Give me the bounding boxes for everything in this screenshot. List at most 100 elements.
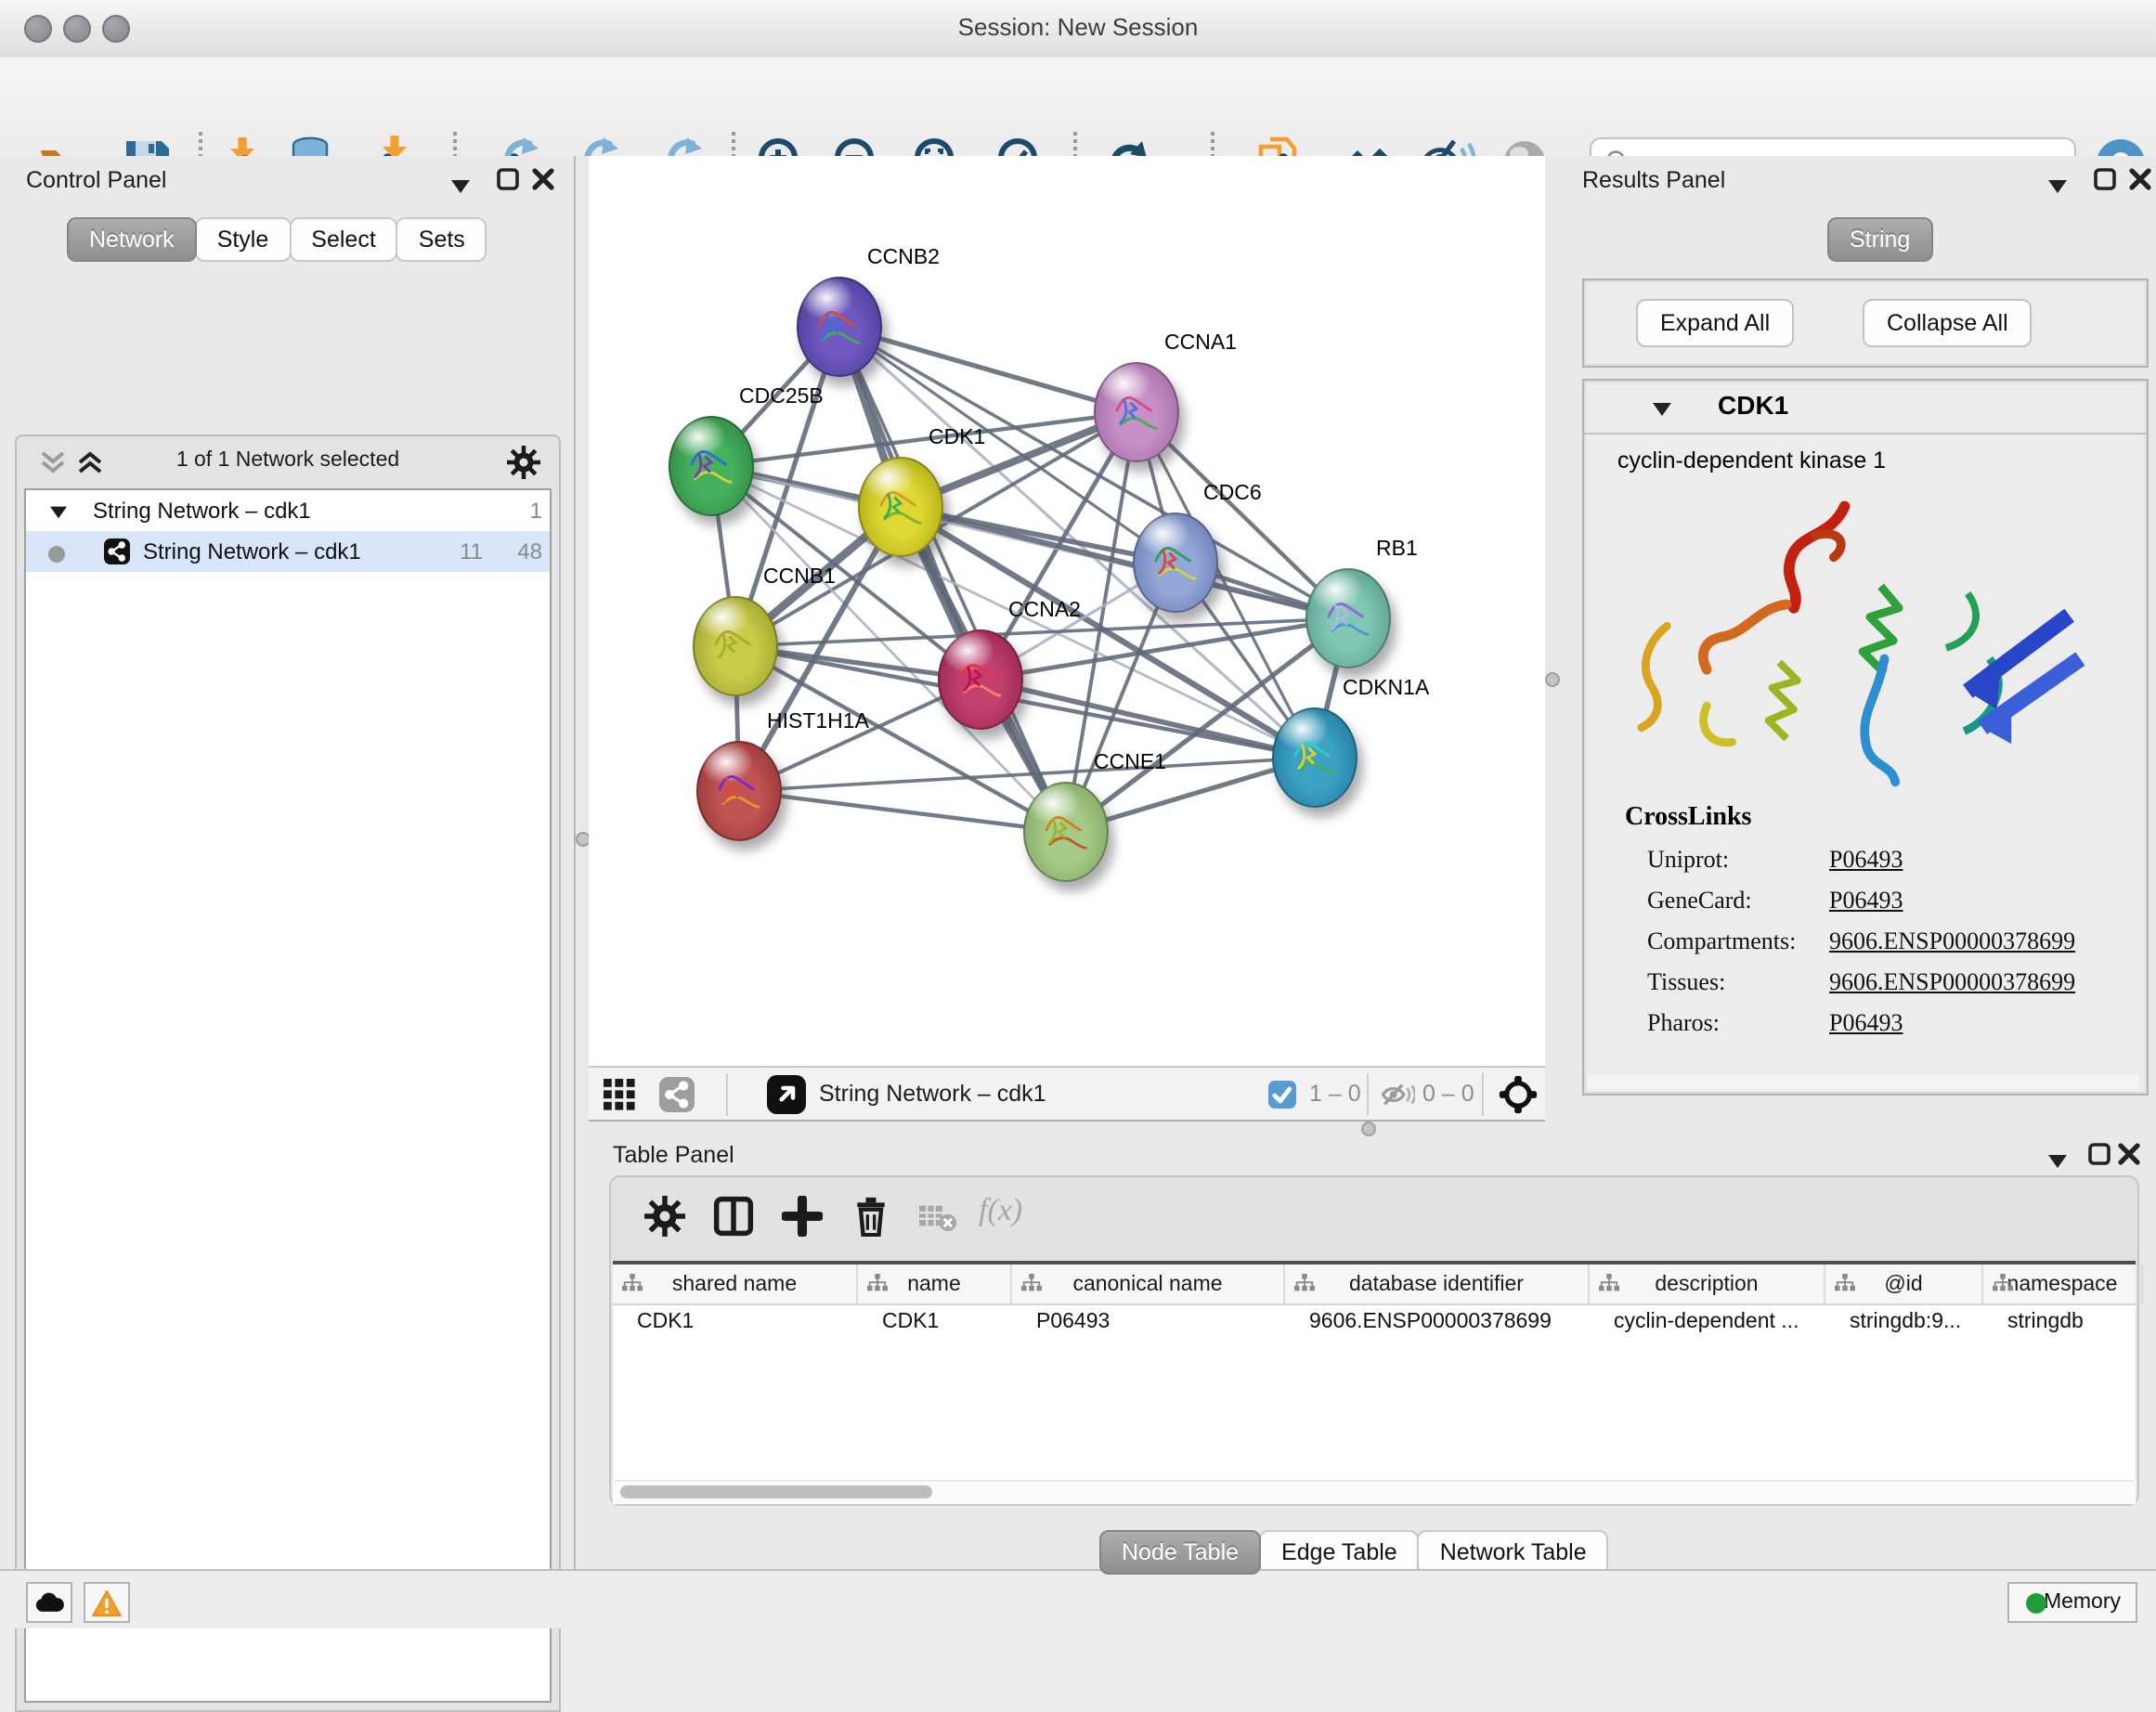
tab-select[interactable]: Select — [289, 217, 398, 262]
node-CCNA2[interactable] — [938, 629, 1023, 730]
network-badge-icon — [104, 538, 130, 564]
edge-CCNB2-CCNA1[interactable] — [839, 327, 1136, 412]
tab-style[interactable]: Style — [195, 217, 292, 262]
node-CDK1[interactable] — [858, 457, 943, 557]
gene-section-header[interactable]: CDK1 — [1584, 381, 2147, 434]
column-header-description[interactable]: description — [1590, 1265, 1825, 1303]
selected-checkbox-icon[interactable] — [1268, 1081, 1296, 1118]
node-CCNE1[interactable] — [1023, 782, 1109, 882]
float-panel-icon[interactable] — [2087, 1142, 2117, 1172]
splitter-handle[interactable] — [1545, 672, 1560, 687]
crosslink-value-link[interactable]: P06493 — [1829, 1008, 1903, 1038]
window-title: Session: New Session — [0, 13, 2156, 41]
crosslink-value-link[interactable]: P06493 — [1829, 886, 1903, 915]
vertical-splitter-right[interactable] — [1545, 156, 1560, 1122]
edge-CCNB2-CCNE1[interactable] — [839, 327, 1066, 832]
birds-eye-view-icon[interactable] — [767, 1075, 806, 1123]
tab-network-table[interactable]: Network Table — [1418, 1530, 1609, 1575]
table-cell[interactable]: stringdb — [1983, 1305, 2143, 1341]
tab-string[interactable]: String — [1827, 217, 1932, 262]
node-CDC25B[interactable] — [669, 416, 754, 516]
table-cell[interactable]: 9606.ENSP00000378699 — [1285, 1305, 1590, 1341]
crosslink-value-link[interactable]: 9606.ENSP00000378699 — [1829, 967, 2075, 997]
gene-name: CDK1 — [1718, 390, 1788, 420]
tab-network[interactable]: Network — [67, 217, 197, 262]
add-column-icon[interactable] — [782, 1196, 826, 1240]
warning-status-button[interactable] — [84, 1582, 130, 1623]
grid-view-icon[interactable] — [604, 1079, 635, 1120]
crosslink-value-link[interactable]: P06493 — [1829, 845, 1903, 875]
table-cell[interactable]: CDK1 — [858, 1305, 1012, 1341]
network-options-gear-icon[interactable] — [507, 446, 540, 488]
column-header-name[interactable]: name — [858, 1265, 1012, 1303]
table-row[interactable]: CDK1CDK1P064939606.ENSP00000378699cyclin… — [613, 1305, 2136, 1341]
table-hscrollbar-thumb[interactable] — [620, 1485, 932, 1498]
show-columns-icon[interactable] — [713, 1196, 758, 1240]
network-collection-row[interactable]: String Network – cdk1 1 — [26, 490, 550, 531]
network-list-toolbar: 1 of 1 Network selected — [17, 436, 559, 488]
network-view-toolbar: String Network – cdk1 1 – 0 0 – 0 — [589, 1066, 1545, 1122]
network-row[interactable]: String Network – cdk1 11 48 — [26, 531, 550, 572]
node-CDC6[interactable] — [1133, 512, 1218, 613]
splitter-handle[interactable] — [1361, 1122, 1376, 1136]
expand-collapse-box: Expand All Collapse All — [1582, 279, 2149, 368]
structure-thumbnail — [695, 598, 776, 694]
node-CCNB1[interactable] — [693, 596, 778, 696]
collapse-tree-icon[interactable] — [48, 503, 69, 520]
main-toolbar: ? — [0, 58, 2156, 158]
crosslink-label: Uniprot: — [1647, 845, 1729, 875]
float-panel-icon[interactable] — [496, 167, 526, 197]
results-panel-title: Results Panel — [1582, 167, 1725, 193]
node-CDKN1A[interactable] — [1272, 707, 1357, 808]
selected-node-edge-counts: 1 – 0 — [1309, 1081, 1361, 1107]
delete-column-icon[interactable] — [851, 1196, 895, 1240]
panel-menu-icon[interactable] — [449, 171, 479, 201]
panel-menu-icon[interactable] — [2046, 1146, 2076, 1175]
column-header-canonical-name[interactable]: canonical name — [1012, 1265, 1285, 1303]
table-cell[interactable]: P06493 — [1012, 1305, 1285, 1341]
edge-HIST1H1A-CCNE1[interactable] — [739, 791, 1066, 832]
node-label-CCNB1: CCNB1 — [763, 566, 836, 589]
node-CCNA1[interactable] — [1094, 362, 1179, 462]
fit-selected-crosshair-icon[interactable] — [1499, 1075, 1538, 1123]
close-panel-icon[interactable] — [2117, 1142, 2147, 1172]
collapse-all-button[interactable]: Collapse All — [1863, 299, 2033, 347]
close-panel-icon[interactable] — [2128, 167, 2156, 197]
column-type-icon — [1599, 1274, 1619, 1294]
float-panel-icon[interactable] — [2093, 167, 2123, 197]
table-gear-icon[interactable] — [644, 1196, 689, 1240]
tab-edge-table[interactable]: Edge Table — [1259, 1530, 1420, 1575]
column-header-shared-name[interactable]: shared name — [613, 1265, 858, 1303]
memory-button[interactable]: Memory — [2007, 1582, 2137, 1623]
table-cell[interactable]: CDK1 — [613, 1305, 858, 1341]
network-list: String Network – cdk1 1 String Network –… — [24, 488, 552, 1703]
structure-thumbnail — [670, 418, 752, 514]
network-badge-icon[interactable] — [659, 1077, 695, 1122]
column-header-database-identifier[interactable]: database identifier — [1285, 1265, 1590, 1303]
node-RB1[interactable] — [1305, 568, 1391, 668]
network-view-canvas[interactable]: CCNB2CCNA1CDC25BCDK1CDC6RB1CCNB1CCNA2CDK… — [589, 156, 1545, 1066]
collapse-section-icon[interactable] — [1651, 399, 1673, 418]
structure-thumbnail — [1096, 364, 1177, 460]
cloud-status-button[interactable] — [26, 1582, 72, 1623]
table-hscrollbar[interactable] — [615, 1480, 2134, 1502]
expand-all-button[interactable]: Expand All — [1636, 299, 1794, 347]
vertical-splitter-left[interactable] — [576, 156, 589, 1569]
node-HIST1H1A[interactable] — [696, 741, 782, 841]
structure-thumbnail — [860, 459, 942, 555]
edge-CDK1-RB1[interactable] — [901, 507, 1348, 618]
column-header-namespace[interactable]: namespace — [1983, 1265, 2143, 1303]
table-cell[interactable]: cyclin-dependent ... — [1590, 1305, 1825, 1341]
node-CCNB2[interactable] — [797, 277, 882, 377]
crosslink-value-link[interactable]: 9606.ENSP00000378699 — [1829, 927, 2075, 956]
results-hscrollbar[interactable] — [1588, 1075, 2139, 1090]
close-panel-icon[interactable] — [531, 167, 561, 197]
edge-CCNA2-CDKN1A[interactable] — [981, 680, 1315, 758]
tab-node-table[interactable]: Node Table — [1099, 1530, 1261, 1575]
tab-sets[interactable]: Sets — [396, 217, 487, 262]
network-selection-status: 1 of 1 Network selected — [17, 449, 559, 472]
column-header--id[interactable]: @id — [1825, 1265, 1983, 1303]
panel-menu-icon[interactable] — [2046, 171, 2076, 201]
table-cell[interactable]: stringdb:9... — [1825, 1305, 1983, 1341]
status-bar: Memory — [0, 1569, 2156, 1628]
